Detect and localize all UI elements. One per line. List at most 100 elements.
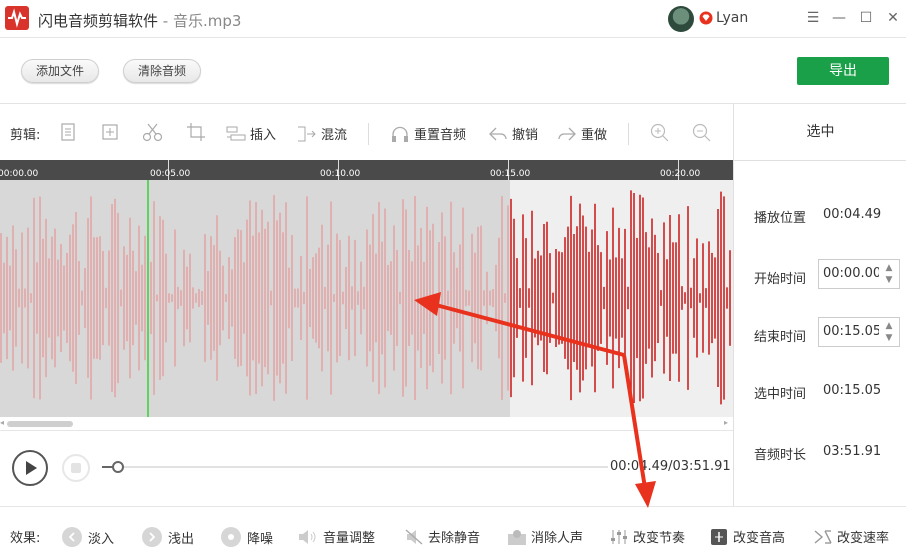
add-file-button[interactable]: 添加文件 xyxy=(21,59,100,83)
start-time-field[interactable]: ▲ ▼ xyxy=(818,259,900,289)
insert-icon xyxy=(226,126,246,140)
file-name: 音乐.mp3 xyxy=(172,12,242,30)
mix-label: 混流 xyxy=(321,128,348,143)
fade-out-icon xyxy=(142,527,162,547)
selected-time-label: 选中时间 xyxy=(754,387,807,402)
denoise-button[interactable]: 降噪 xyxy=(221,527,273,547)
change-tempo-button[interactable]: 改变节奏 xyxy=(609,527,685,546)
start-time-label: 开始时间 xyxy=(754,272,807,287)
fade-out-label: 浅出 xyxy=(168,531,195,547)
cut-icon[interactable] xyxy=(141,122,165,142)
progress-handle[interactable] xyxy=(112,461,124,473)
maximize-icon[interactable]: ☐ xyxy=(857,8,875,28)
waveform-area[interactable]: 00:00.00 00:05.00 00:10.00 00:15.00 00:2… xyxy=(0,160,733,417)
start-time-input[interactable] xyxy=(823,266,879,281)
toolbar-divider xyxy=(628,123,629,145)
time-ruler[interactable]: 00:00.00 00:05.00 00:10.00 00:15.00 00:2… xyxy=(0,160,733,180)
remove-vocals-label: 消除人声 xyxy=(531,531,584,546)
toolbar-divider xyxy=(368,123,369,145)
fade-in-icon xyxy=(62,527,82,547)
spin-up-icon[interactable]: ▲ xyxy=(883,320,895,332)
remove-vocals-button[interactable]: 消除人声 xyxy=(507,527,583,546)
ruler-label: 00:15.00 xyxy=(490,169,531,179)
vocal-remove-icon xyxy=(508,529,526,545)
end-time-field[interactable]: ▲ ▼ xyxy=(818,317,900,347)
action-bar: 添加文件 清除音频 xyxy=(0,38,906,104)
reset-audio-button[interactable]: 重置音频 xyxy=(390,124,466,143)
volume-label: 音量调整 xyxy=(323,531,376,546)
ruler-label: 00:00.00 xyxy=(0,169,39,179)
play-position-value: 00:04.49 xyxy=(823,207,882,222)
paste-icon[interactable] xyxy=(100,122,120,142)
crop-icon[interactable] xyxy=(186,122,206,142)
copy-icon[interactable] xyxy=(59,122,77,142)
remove-silence-button[interactable]: 去除静音 xyxy=(404,527,480,546)
panel-title: 选中 xyxy=(734,104,906,161)
stop-icon xyxy=(71,463,81,473)
denoise-icon xyxy=(221,527,241,547)
end-time-label: 结束时间 xyxy=(754,330,807,345)
insert-label: 插入 xyxy=(250,128,277,143)
volume-button[interactable]: 音量调整 xyxy=(297,527,375,546)
denoise-label: 降噪 xyxy=(247,531,274,547)
scrollbar-thumb[interactable] xyxy=(7,421,73,427)
redo-button[interactable]: 重做 xyxy=(557,124,607,143)
title-separator: - xyxy=(158,12,173,30)
reset-icon xyxy=(392,126,408,142)
play-button[interactable] xyxy=(12,450,48,486)
ruler-label: 00:05.00 xyxy=(150,169,191,179)
selection-panel: 选中 播放位置 00:04.49 开始时间 ▲ ▼ 结束时间 ▲ ▼ 选中时间 … xyxy=(733,104,906,506)
fade-in-button[interactable]: 淡入 xyxy=(62,527,114,547)
undo-label: 撤销 xyxy=(512,128,539,143)
duration-label: 音频时长 xyxy=(754,448,807,463)
title-bar: 闪电音频剪辑软件 - 音乐.mp3 Lyan ☰ — ☐ ✕ xyxy=(0,0,906,38)
play-position-label: 播放位置 xyxy=(754,211,807,226)
playhead[interactable] xyxy=(147,180,149,417)
export-button[interactable]: 导出 xyxy=(797,57,889,85)
change-pitch-button[interactable]: 改变音高 xyxy=(711,527,785,546)
horizontal-scrollbar[interactable]: ◂ ▸ xyxy=(0,417,733,431)
zoom-in-icon[interactable] xyxy=(650,123,670,143)
waveform[interactable] xyxy=(0,180,733,417)
mix-icon xyxy=(298,126,316,141)
username[interactable]: Lyan xyxy=(716,10,748,26)
tempo-icon xyxy=(611,529,627,544)
play-icon xyxy=(26,461,37,475)
ruler-label: 00:10.00 xyxy=(320,169,361,179)
volume-icon xyxy=(299,529,316,544)
remove-silence-label: 去除静音 xyxy=(428,531,481,546)
stop-button[interactable] xyxy=(62,454,90,482)
minimize-icon[interactable]: — xyxy=(830,8,848,28)
spin-down-icon[interactable]: ▼ xyxy=(883,332,895,344)
redo-label: 重做 xyxy=(581,128,608,143)
mute-icon xyxy=(405,528,423,545)
time-readout: 00:04.49/03:51.91 xyxy=(610,459,731,474)
change-speed-button[interactable]: 改变速率 xyxy=(813,527,889,546)
avatar[interactable] xyxy=(668,6,694,32)
fade-in-label: 淡入 xyxy=(88,531,115,547)
spin-up-icon[interactable]: ▲ xyxy=(883,262,895,274)
change-tempo-label: 改变节奏 xyxy=(633,531,686,546)
scroll-right-icon[interactable]: ▸ xyxy=(724,418,728,427)
close-icon[interactable]: ✕ xyxy=(884,8,902,28)
edit-toolbar: 剪辑: 插入 混流 重置音频 撤销 重做 xyxy=(0,104,733,160)
fade-out-button[interactable]: 浅出 xyxy=(142,527,194,547)
end-time-input[interactable] xyxy=(823,324,879,339)
clear-audio-button[interactable]: 清除音频 xyxy=(123,59,202,83)
duration-value: 03:51.91 xyxy=(823,444,882,459)
effects-bar: 效果: 淡入 浅出 降噪 音量调整 去除静音 消除人声 改变节奏 改变音高 改变… xyxy=(0,506,906,554)
insert-button[interactable]: 插入 xyxy=(226,124,276,143)
vip-gem-icon xyxy=(699,11,713,25)
change-pitch-label: 改变音高 xyxy=(733,531,786,546)
undo-button[interactable]: 撤销 xyxy=(488,124,538,143)
effects-label: 效果: xyxy=(10,531,41,546)
spin-down-icon[interactable]: ▼ xyxy=(883,274,895,286)
progress-track[interactable] xyxy=(102,466,608,468)
change-speed-label: 改变速率 xyxy=(837,531,890,546)
app-name: 闪电音频剪辑软件 xyxy=(38,12,159,30)
zoom-out-icon[interactable] xyxy=(692,123,712,143)
scroll-left-icon[interactable]: ◂ xyxy=(0,418,4,427)
undo-icon xyxy=(489,127,507,140)
menu-icon[interactable]: ☰ xyxy=(804,8,822,28)
mix-button[interactable]: 混流 xyxy=(297,124,347,143)
